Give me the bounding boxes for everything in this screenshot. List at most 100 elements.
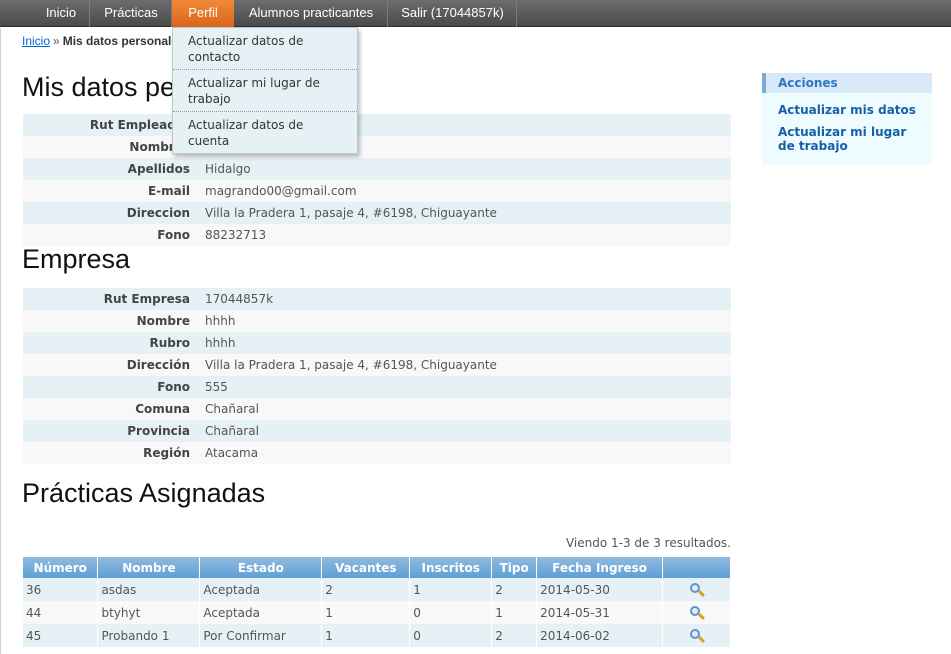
detail-row: Rut Empresa 17044857k — [23, 288, 731, 310]
field-value: 17044857k — [198, 288, 731, 310]
detail-row: Rubro hhhh — [23, 332, 731, 354]
practices-title: Prácticas Asignadas — [22, 478, 266, 508]
cell-fecha-ingreso: 2014-05-31 — [536, 601, 664, 624]
column-header-inscritos[interactable]: Inscritos — [409, 557, 493, 578]
cell-tipo: 2 — [491, 578, 538, 601]
column-header-tipo[interactable]: Tipo — [491, 557, 538, 578]
cell-fecha-ingreso: 2014-05-30 — [536, 578, 664, 601]
action-update-my-data[interactable]: Actualizar mis datos — [762, 103, 932, 117]
field-value: Chañaral — [198, 420, 731, 442]
nav-alumnos-practicantes[interactable]: Alumnos practicantes — [235, 0, 388, 27]
detail-row: Región Atacama — [23, 442, 731, 464]
detail-row: Apellidos Hidalgo — [23, 158, 731, 180]
cell-nombre: Probando 1 — [97, 624, 201, 647]
magnifier-icon[interactable] — [689, 628, 705, 644]
results-summary: Viendo 1-3 de 3 resultados. — [565, 536, 731, 550]
field-label: Fono — [23, 224, 198, 246]
table-row: 36 asdas Aceptada 2 1 2 2014-05-30 — [23, 578, 731, 601]
profile-details-table: Rut Empleador NombresManuel ApellidosHid… — [23, 114, 731, 246]
cell-numero: 36 — [23, 578, 99, 601]
cell-inscritos: 0 — [409, 624, 493, 647]
column-header-estado[interactable]: Estado — [199, 557, 323, 578]
company-title: Empresa — [22, 244, 131, 274]
cell-actions — [662, 601, 731, 624]
cell-nombre: btyhyt — [97, 601, 201, 624]
column-header-actions — [662, 557, 731, 578]
detail-row: Fono 555 — [23, 376, 731, 398]
field-label: Región — [23, 442, 198, 464]
practices-table: Número Nombre Estado Vacantes Inscritos … — [23, 557, 731, 647]
field-value: Hidalgo — [198, 158, 731, 180]
menu-item-update-contact[interactable]: Actualizar datos de contacto — [173, 28, 357, 70]
field-value: Atacama — [198, 442, 731, 464]
cell-vacantes: 1 — [321, 624, 411, 647]
field-value: Villa la Pradera 1, pasaje 4, #6198, Chi… — [198, 202, 731, 224]
field-value: Chañaral — [198, 398, 731, 420]
field-label: Comuna — [23, 398, 198, 420]
actions-panel-title: Acciones — [762, 73, 932, 93]
field-label: Rubro — [23, 332, 198, 354]
company-details-table: Rut Empresa 17044857k Nombre hhhh Rubro hhh… — [23, 288, 731, 464]
detail-row: Nombre hhhh — [23, 310, 731, 332]
cell-nombre: asdas — [97, 578, 201, 601]
profile-dropdown-menu: Actualizar datos de contacto Actualizar … — [172, 27, 358, 154]
field-label: Rut Empresa — [23, 288, 198, 310]
field-label: Direccion — [23, 202, 198, 224]
detail-row: Direccion Villa la Pradera 1, pasaje 4, #… — [23, 202, 731, 224]
column-header-numero[interactable]: Número — [23, 557, 99, 578]
field-label: Dirección — [23, 354, 198, 376]
column-header-vacantes[interactable]: Vacantes — [321, 557, 411, 578]
cell-tipo: 1 — [491, 601, 538, 624]
top-nav: Inicio Prácticas Perfil Alumnos practica… — [0, 0, 951, 27]
detail-row: Rut Empleador — [23, 114, 731, 136]
field-label: Apellidos — [23, 158, 198, 180]
field-label: Provincia — [23, 420, 198, 442]
cell-estado: Por Confirmar — [199, 624, 323, 647]
cell-numero: 45 — [23, 624, 99, 647]
action-update-workplace[interactable]: Actualizar mi lugar de trabajo — [762, 125, 932, 153]
field-value: magrando00@gmail.com — [198, 180, 731, 202]
detail-row: E-mail magrando00@gmail.com — [23, 180, 731, 202]
breadcrumb-home-link[interactable]: Inicio — [22, 34, 50, 48]
cell-estado: Aceptada — [199, 601, 323, 624]
nav-salir[interactable]: Salir (17044857k) — [389, 0, 517, 27]
field-value: hhhh — [198, 310, 731, 332]
cell-vacantes: 1 — [321, 601, 411, 624]
table-row: 44 btyhyt Aceptada 1 0 1 2014-05-31 — [23, 601, 731, 624]
cell-tipo: 2 — [491, 624, 538, 647]
cell-vacantes: 2 — [321, 578, 411, 601]
breadcrumb: Inicio» Mis datos personales — [22, 34, 185, 48]
cell-fecha-ingreso: 2014-06-02 — [536, 624, 664, 647]
detail-row: Fono 88232713 — [23, 224, 731, 246]
field-value: hhhh — [198, 332, 731, 354]
nav-practicas[interactable]: Prácticas — [91, 0, 172, 27]
detail-row: Dirección Villa la Pradera 1, pasaje 4, #… — [23, 354, 731, 376]
menu-item-update-account[interactable]: Actualizar datos de cuenta — [173, 112, 357, 153]
detail-row: Provincia Chañaral — [23, 420, 731, 442]
field-value: Villa la Pradera 1, pasaje 4, #6198, Chi… — [198, 354, 731, 376]
nav-inicio[interactable]: Inicio — [33, 0, 90, 27]
magnifier-icon[interactable] — [689, 582, 705, 598]
field-label: E-mail — [23, 180, 198, 202]
detail-row: NombresManuel — [23, 136, 731, 158]
magnifier-icon[interactable] — [689, 605, 705, 621]
field-label: Fono — [23, 376, 198, 398]
cell-numero: 44 — [23, 601, 99, 624]
table-header-row: Número Nombre Estado Vacantes Inscritos … — [23, 557, 731, 578]
cell-inscritos: 1 — [409, 578, 493, 601]
column-header-nombre[interactable]: Nombre — [97, 557, 201, 578]
nav-perfil[interactable]: Perfil — [172, 0, 234, 27]
cell-inscritos: 0 — [409, 601, 493, 624]
field-value: 88232713 — [198, 224, 731, 246]
menu-item-update-workplace[interactable]: Actualizar mi lugar de trabajo — [173, 70, 357, 112]
page-left-border — [0, 28, 1, 654]
detail-row: Comuna Chañaral — [23, 398, 731, 420]
cell-actions — [662, 578, 731, 601]
column-header-fecha-ingreso[interactable]: Fecha Ingreso — [536, 557, 664, 578]
breadcrumb-current: Mis datos personales — [62, 34, 185, 48]
field-label: Nombre — [23, 310, 198, 332]
cell-actions — [662, 624, 731, 647]
table-row: 45 Probando 1 Por Confirmar 1 0 2 2014-0… — [23, 624, 731, 647]
cell-estado: Aceptada — [199, 578, 323, 601]
breadcrumb-separator: » — [53, 34, 60, 48]
